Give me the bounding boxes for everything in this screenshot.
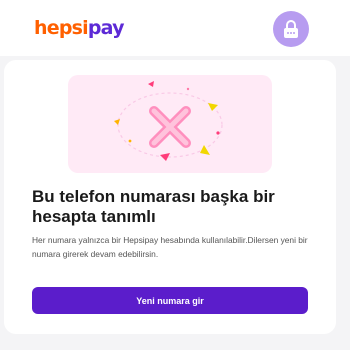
- logo-part-pay: pay: [87, 17, 125, 39]
- hepsipay-logo: hepsipay: [34, 17, 124, 39]
- lock-button[interactable]: [273, 11, 309, 47]
- error-card: Bu telefon numarası başka bir hesapta ta…: [4, 60, 336, 334]
- logo-part-hepsi: hepsi: [34, 17, 89, 39]
- error-description: Her numara yalnızca bir Hepsipay hesabın…: [32, 235, 308, 259]
- new-number-button[interactable]: Yeni numara gir: [32, 287, 308, 314]
- error-x-icon: [114, 81, 223, 161]
- error-illustration: [68, 75, 272, 173]
- top-bar: hepsipay: [0, 0, 350, 56]
- lock-icon: [284, 20, 298, 38]
- error-title: Bu telefon numarası başka bir hesapta ta…: [32, 187, 275, 226]
